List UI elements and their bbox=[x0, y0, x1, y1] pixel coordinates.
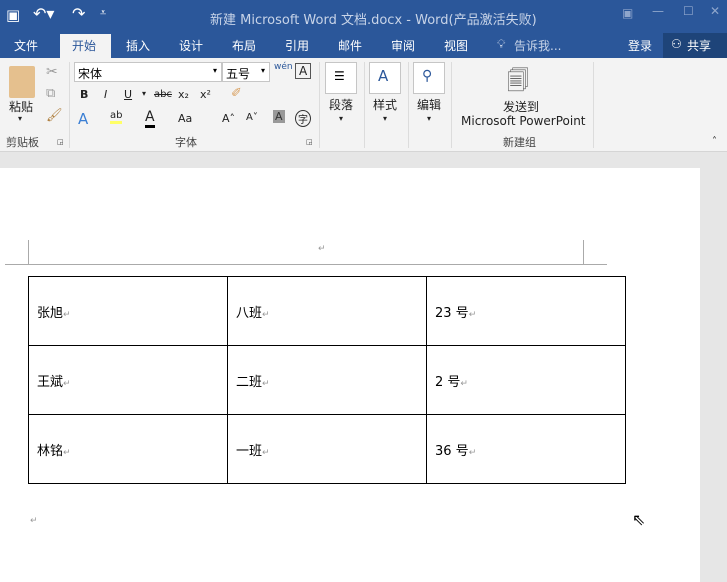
grow-font-icon[interactable]: A˄ bbox=[222, 112, 235, 125]
italic-button[interactable]: I bbox=[104, 88, 107, 101]
enclose-characters-icon[interactable]: 字 bbox=[295, 110, 311, 127]
redo-icon[interactable]: ↷ bbox=[72, 4, 85, 23]
subscript-button[interactable]: x₂ bbox=[178, 88, 189, 101]
font-name-select[interactable]: 宋体 ▾ bbox=[74, 62, 222, 82]
styles-button[interactable]: 样式 bbox=[373, 96, 397, 113]
font-color-icon[interactable]: A bbox=[145, 109, 155, 128]
editing-button[interactable]: 编辑 bbox=[417, 96, 441, 113]
window-title: 新建 Microsoft Word 文档.docx - Word(产品激活失败) bbox=[210, 13, 537, 28]
tab-references[interactable]: 引用 bbox=[285, 37, 309, 54]
tab-home[interactable]: 开始 bbox=[60, 34, 111, 58]
strikethrough-button[interactable]: abc bbox=[154, 89, 172, 100]
mouse-cursor-icon: ⇖ bbox=[632, 510, 646, 529]
find-icon[interactable]: ⚲ bbox=[413, 62, 445, 94]
styles-icon[interactable]: A bbox=[369, 62, 401, 94]
copy-icon[interactable]: ⧉ bbox=[46, 86, 55, 101]
ribbon-display-icon[interactable]: ▣ bbox=[622, 6, 633, 20]
clear-formatting-icon[interactable]: ✐ bbox=[231, 86, 242, 101]
tab-layout[interactable]: 布局 bbox=[232, 37, 256, 54]
ribbon: 粘贴 ▾ ✂ ⧉ 🖌︎ 剪贴板 ◲ 宋体 ▾ 五号 ▾ wén A B I U ▾ … bbox=[0, 58, 727, 152]
tab-design[interactable]: 设计 bbox=[179, 37, 203, 54]
close-icon[interactable]: ✕ bbox=[710, 4, 720, 18]
lightbulb-icon: 💡︎ bbox=[497, 37, 506, 51]
text-effects-icon[interactable]: A bbox=[78, 110, 88, 128]
person-icon: ⚇ bbox=[671, 37, 682, 51]
tab-file[interactable]: 文件 bbox=[14, 37, 38, 54]
table-row: 王斌↵ 二班↵ 2 号↵ bbox=[28, 345, 626, 415]
phonetic-guide-icon[interactable]: wén bbox=[274, 62, 293, 72]
table-row: 林铭↵ 一班↵ 36 号↵ bbox=[28, 414, 626, 484]
share-label: 共享 bbox=[687, 39, 712, 53]
table-cell: 36 号↵ bbox=[426, 414, 626, 484]
font-dialog-launcher-icon[interactable]: ◲ bbox=[306, 138, 313, 146]
clipboard-group-label: 剪贴板 bbox=[6, 136, 39, 149]
highlight-icon[interactable]: ab bbox=[110, 110, 123, 124]
share-button[interactable]: ⚇ 共享 bbox=[663, 33, 727, 58]
table-cell: 2 号↵ bbox=[426, 345, 626, 415]
paste-button[interactable]: 粘贴 bbox=[9, 98, 33, 115]
document-table[interactable]: 张旭↵ 八班↵ 23 号↵ 王斌↵ 二班↵ 2 号↵ 林铭↵ 一班↵ 36 号↵ bbox=[28, 276, 626, 484]
tab-mailings[interactable]: 邮件 bbox=[338, 37, 362, 54]
cut-icon[interactable]: ✂ bbox=[46, 64, 58, 80]
font-group-label: 字体 bbox=[175, 136, 197, 149]
shrink-font-icon[interactable]: A˅ bbox=[246, 112, 258, 123]
title-bar: ▣ ↶▾ ↷ ⩡ 新建 Microsoft Word 文档.docx - Wor… bbox=[0, 0, 727, 33]
character-border-icon[interactable]: A bbox=[295, 63, 312, 79]
login-link[interactable]: 登录 bbox=[628, 37, 652, 54]
font-size-select[interactable]: 五号 ▾ bbox=[222, 62, 270, 82]
table-row: 张旭↵ 八班↵ 23 号↵ bbox=[28, 276, 626, 346]
minimize-icon[interactable]: — bbox=[652, 4, 664, 18]
undo-icon[interactable]: ↶▾ bbox=[33, 4, 54, 23]
powerpoint-label[interactable]: Microsoft PowerPoint bbox=[461, 114, 586, 128]
table-cell: 23 号↵ bbox=[426, 276, 626, 346]
paragraph-mark: ↵ bbox=[30, 516, 38, 526]
bold-button[interactable]: B bbox=[80, 88, 88, 101]
character-shading-icon[interactable]: A bbox=[273, 110, 285, 123]
format-painter-icon[interactable]: 🖌︎ bbox=[46, 108, 63, 123]
tab-insert[interactable]: 插入 bbox=[126, 37, 150, 54]
superscript-button[interactable]: x² bbox=[200, 88, 211, 101]
table-cell: 王斌↵ bbox=[28, 345, 228, 415]
save-icon[interactable]: ▣ bbox=[6, 6, 20, 24]
table-cell: 张旭↵ bbox=[28, 276, 228, 346]
ribbon-tabs: 文件 开始 插入 设计 布局 引用 邮件 审阅 视图 💡︎ 告诉我... 登录 … bbox=[0, 33, 727, 58]
maximize-icon[interactable]: ☐ bbox=[683, 4, 694, 18]
tell-me-input[interactable]: 告诉我... bbox=[514, 37, 561, 54]
tab-view[interactable]: 视图 bbox=[444, 37, 468, 54]
table-cell: 二班↵ bbox=[227, 345, 427, 415]
underline-button[interactable]: U bbox=[124, 88, 132, 101]
document-page[interactable]: ↵ 张旭↵ 八班↵ 23 号↵ 王斌↵ 二班↵ 2 号↵ 林铭↵ 一班↵ 36 号↵ ↵ bbox=[0, 168, 700, 582]
collapse-ribbon-icon[interactable]: ˄ bbox=[712, 136, 717, 147]
dialog-launcher-icon[interactable]: ◲ bbox=[57, 138, 64, 146]
table-cell: 八班↵ bbox=[227, 276, 427, 346]
table-cell: 林铭↵ bbox=[28, 414, 228, 484]
paragraph-button[interactable]: 段落 bbox=[329, 96, 353, 113]
send-to-label[interactable]: 发送到 bbox=[503, 98, 539, 115]
new-group-label: 新建组 bbox=[503, 136, 536, 149]
paste-icon[interactable] bbox=[9, 66, 35, 98]
send-to-powerpoint-icon[interactable]: 🗐︎ bbox=[507, 64, 529, 102]
customize-qat-icon[interactable]: ⩡ bbox=[100, 6, 106, 20]
table-cell: 一班↵ bbox=[227, 414, 427, 484]
tab-review[interactable]: 审阅 bbox=[391, 37, 415, 54]
paragraph-mark: ↵ bbox=[318, 244, 326, 254]
paragraph-icon[interactable]: ☰ bbox=[325, 62, 357, 94]
header-line bbox=[5, 264, 607, 265]
change-case-button[interactable]: Aa bbox=[178, 112, 192, 125]
